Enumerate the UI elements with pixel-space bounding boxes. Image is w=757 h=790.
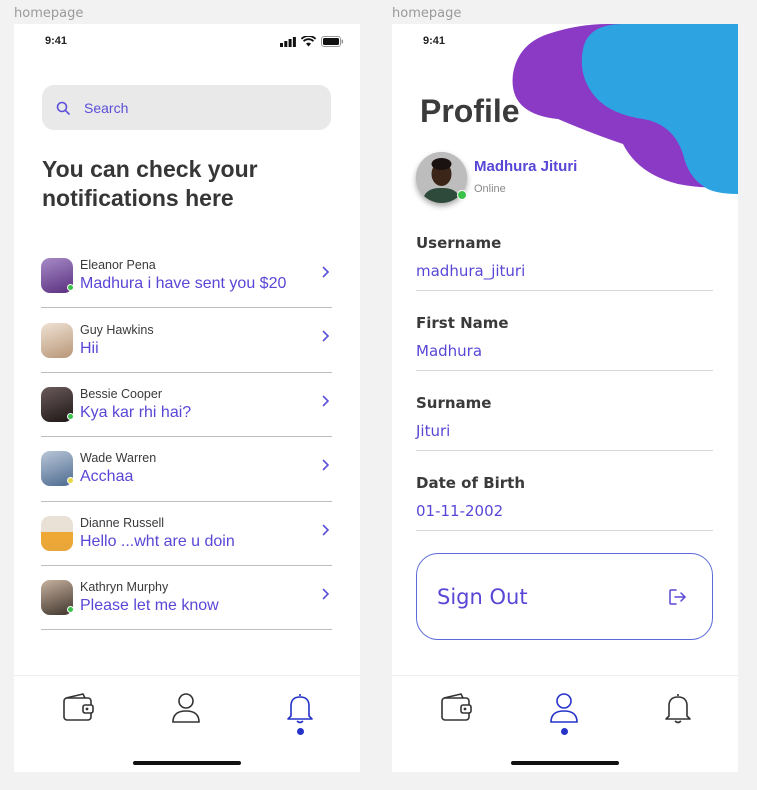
message-preview: Hii	[80, 339, 99, 357]
field-value: madhura_jituri	[416, 262, 526, 280]
wifi-icon	[301, 36, 316, 47]
field-label: Username	[416, 234, 502, 252]
tab-wallet[interactable]	[436, 692, 476, 737]
active-tab-indicator	[296, 728, 304, 735]
notification-item[interactable]: Guy Hawkins Hii	[41, 308, 332, 373]
sender-name: Eleanor Pena	[80, 258, 156, 273]
bottom-tab-bar	[392, 675, 738, 772]
message-preview: Kya kar rhi hai?	[80, 403, 192, 421]
profile-avatar	[416, 152, 467, 203]
profile-name: Madhura Jituri	[474, 158, 578, 175]
status-dot	[67, 412, 74, 420]
field-label: Date of Birth	[416, 474, 526, 492]
field-label: Surname	[416, 394, 492, 412]
avatar	[41, 258, 74, 294]
frame-label-left: homepage	[14, 6, 84, 21]
battery-icon	[321, 36, 344, 47]
notification-item[interactable]: Kathryn Murphy Please let me know	[41, 566, 332, 631]
tab-profile[interactable]	[166, 692, 206, 737]
tab-notifications[interactable]	[658, 692, 698, 737]
tab-wallet[interactable]	[58, 692, 98, 737]
search-input[interactable]	[84, 99, 304, 116]
status-dot	[67, 477, 74, 485]
tab-profile[interactable]	[544, 692, 584, 737]
home-indicator	[511, 761, 619, 765]
chevron-right-icon[interactable]	[322, 266, 330, 278]
notification-item[interactable]: Eleanor Pena Madhura i have sent you $20	[41, 244, 332, 309]
field-value: 01-11-2002	[416, 502, 504, 520]
message-preview: Madhura i have sent you $20	[80, 275, 287, 293]
notification-item[interactable]: Dianne Russell Hello ...wht are u doin	[41, 502, 332, 566]
profile-status: Online	[474, 183, 506, 195]
field-first-name[interactable]: First Name Madhura	[416, 314, 713, 371]
status-dot	[67, 606, 74, 614]
tab-notifications[interactable]	[280, 692, 320, 737]
profile-screen: 9:41 Profile Madhura Jituri Online Usern…	[392, 24, 738, 772]
chevron-right-icon[interactable]	[322, 330, 330, 342]
search-icon	[56, 101, 70, 115]
avatar	[41, 386, 74, 422]
search-bar[interactable]	[42, 85, 331, 130]
status-icons	[280, 36, 344, 47]
sender-name: Guy Hawkins	[80, 322, 154, 337]
logout-icon	[669, 589, 686, 605]
page-title: Profile	[420, 93, 520, 129]
chevron-right-icon[interactable]	[322, 459, 330, 471]
active-tab-indicator	[560, 728, 568, 735]
wallet-icon	[63, 693, 94, 721]
notifications-screen: 9:41 You can check your notifications he…	[14, 24, 360, 772]
sender-name: Bessie Cooper	[80, 386, 162, 401]
field-label: First Name	[416, 314, 509, 332]
bell-icon	[665, 694, 691, 724]
bottom-tab-bar	[14, 675, 360, 772]
avatar	[41, 322, 73, 358]
signal-icon	[280, 36, 296, 47]
user-icon	[550, 693, 578, 723]
field-username[interactable]: Username madhura_jituri	[416, 234, 713, 291]
sender-name: Wade Warren	[80, 451, 157, 466]
avatar	[41, 451, 74, 487]
chevron-right-icon[interactable]	[322, 524, 330, 536]
notification-item[interactable]: Wade Warren Acchaa	[41, 437, 332, 502]
status-time: 9:41	[423, 35, 446, 47]
wallet-icon	[441, 693, 472, 721]
field-value: Jituri	[416, 422, 451, 440]
sign-out-label: Sign Out	[437, 584, 528, 609]
sign-out-button[interactable]: Sign Out	[416, 553, 713, 640]
message-preview: Acchaa	[80, 468, 134, 486]
home-indicator	[133, 761, 241, 765]
message-preview: Hello ...wht are u doin	[80, 532, 235, 550]
avatar	[41, 515, 73, 551]
field-surname[interactable]: Surname Jituri	[416, 394, 713, 451]
notification-list: Eleanor Pena Madhura i have sent you $20 …	[41, 244, 332, 631]
avatar	[41, 580, 74, 616]
notification-item[interactable]: Bessie Cooper Kya kar rhi hai?	[41, 373, 332, 438]
chevron-right-icon[interactable]	[322, 395, 330, 407]
user-icon	[172, 693, 200, 723]
chevron-right-icon[interactable]	[322, 588, 330, 600]
field-value: Madhura	[416, 342, 483, 360]
frame-label-right: homepage	[392, 6, 462, 21]
field-date-of-birth[interactable]: Date of Birth 01-11-2002	[416, 474, 713, 531]
status-time: 9:41	[45, 35, 68, 47]
sender-name: Kathryn Murphy	[80, 580, 169, 595]
message-preview: Please let me know	[80, 597, 219, 615]
status-dot	[67, 284, 74, 292]
bell-icon	[287, 694, 313, 724]
page-heading: You can check your notifications here	[42, 156, 258, 211]
online-status-dot	[457, 190, 467, 200]
sender-name: Dianne Russell	[80, 515, 165, 530]
